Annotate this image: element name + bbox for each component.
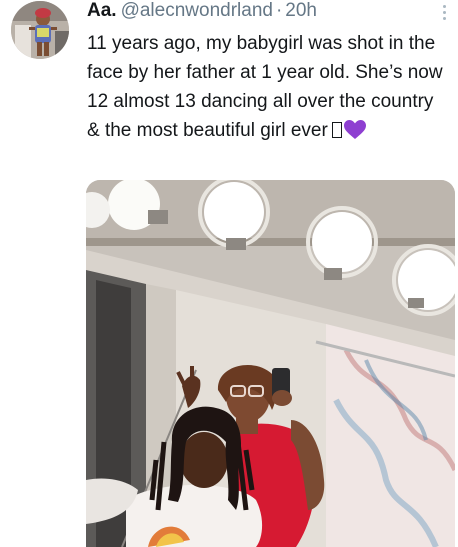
- tweet-photo[interactable]: [86, 180, 455, 547]
- tweet[interactable]: Aa. @alecnwondrland · 20h 11 years ago, my …: [0, 0, 458, 547]
- missing-glyph-icon: [331, 122, 342, 138]
- more-options-icon[interactable]: [437, 2, 451, 24]
- tweet-body: 11 years ago, my babygirl was shot in th…: [87, 33, 448, 141]
- user-handle[interactable]: @alecnwondrland: [121, 0, 273, 21]
- display-name[interactable]: Aa.: [87, 0, 117, 21]
- timestamp[interactable]: 20h: [285, 0, 317, 21]
- avatar[interactable]: [11, 1, 69, 59]
- purple-heart-icon: [343, 120, 366, 139]
- separator-dot: ·: [275, 0, 283, 21]
- tweet-text: 11 years ago, my babygirl was shot in th…: [87, 29, 447, 145]
- tweet-header: Aa. @alecnwondrland · 20h: [87, 0, 317, 24]
